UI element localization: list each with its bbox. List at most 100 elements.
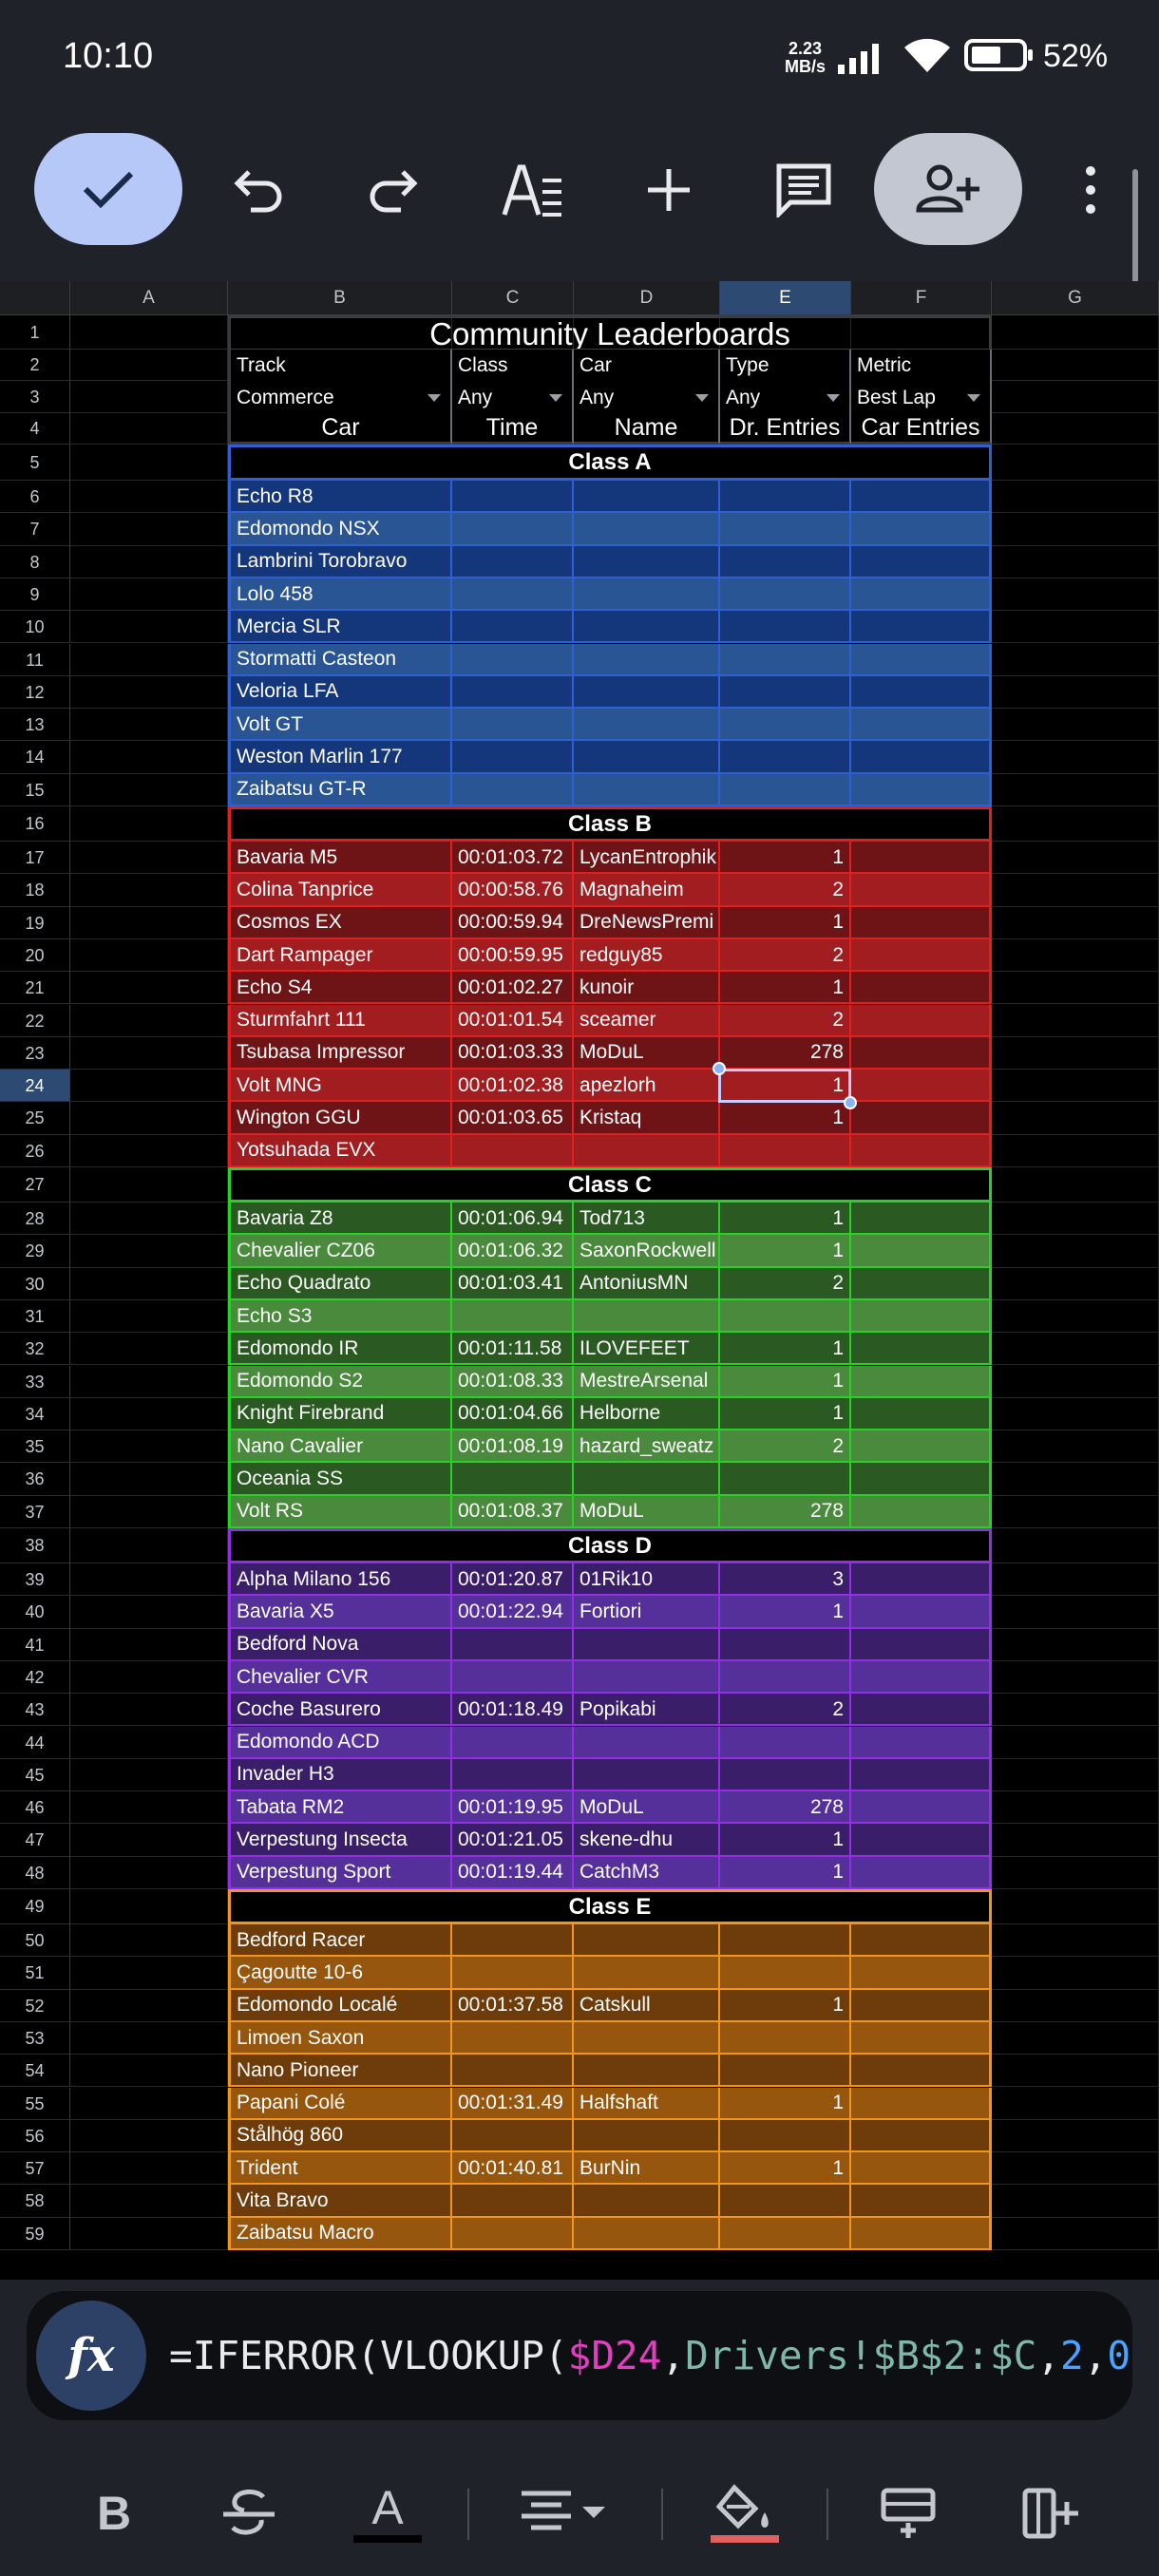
car-cell[interactable]: Knight Firebrand xyxy=(228,1397,452,1431)
driver-name-cell[interactable] xyxy=(574,1924,720,1958)
row-header-42[interactable]: 42 xyxy=(0,1660,70,1695)
car-cell[interactable]: Volt GT xyxy=(228,709,452,742)
driver-entries-cell[interactable]: 278 xyxy=(720,1495,851,1528)
row-header-36[interactable]: 36 xyxy=(0,1463,70,1496)
row-header-11[interactable]: 11 xyxy=(0,643,70,676)
time-cell[interactable] xyxy=(452,1924,574,1958)
driver-name-cell[interactable] xyxy=(574,2217,720,2250)
driver-name-cell[interactable]: Halfshaft xyxy=(574,2087,720,2120)
car-entries-cell[interactable] xyxy=(851,1036,992,1070)
car-entries-cell[interactable] xyxy=(851,1333,992,1366)
driver-entries-cell[interactable]: 1 xyxy=(720,1824,851,1857)
driver-name-cell[interactable]: apezlorh xyxy=(574,1070,720,1103)
row-header-6[interactable]: 6 xyxy=(0,481,70,514)
driver-name-cell[interactable]: Popikabi xyxy=(574,1694,720,1727)
car-entries-cell[interactable] xyxy=(851,1070,992,1103)
driver-entries-cell[interactable] xyxy=(720,513,851,546)
row-header-25[interactable]: 25 xyxy=(0,1102,70,1135)
driver-entries-cell[interactable]: 278 xyxy=(720,1036,851,1070)
driver-entries-cell[interactable]: 1 xyxy=(720,972,851,1005)
select-all-corner[interactable] xyxy=(0,281,70,315)
car-cell[interactable]: Cosmos EX xyxy=(228,906,452,939)
column-header-b[interactable]: B xyxy=(228,281,452,315)
row-header-51[interactable]: 51 xyxy=(0,1957,70,1990)
row-header-27[interactable]: 27 xyxy=(0,1167,70,1203)
filter-dropdown[interactable]: Any xyxy=(452,381,574,413)
car-entries-cell[interactable] xyxy=(851,1004,992,1037)
car-entries-cell[interactable] xyxy=(851,1495,992,1528)
driver-entries-cell[interactable]: 2 xyxy=(720,874,851,907)
row-header-55[interactable]: 55 xyxy=(0,2087,70,2120)
car-entries-cell[interactable] xyxy=(851,1299,992,1334)
car-entries-cell[interactable] xyxy=(851,972,992,1005)
car-cell[interactable]: Lambrini Torobravo xyxy=(228,545,452,578)
row-header-20[interactable]: 20 xyxy=(0,938,70,973)
row-header-35[interactable]: 35 xyxy=(0,1430,70,1464)
car-entries-cell[interactable] xyxy=(851,1628,992,1661)
car-cell[interactable]: Nano Cavalier xyxy=(228,1430,452,1464)
driver-entries-cell[interactable] xyxy=(720,611,851,644)
row-header-37[interactable]: 37 xyxy=(0,1495,70,1528)
car-cell[interactable]: Echo Quadrato xyxy=(228,1267,452,1300)
time-cell[interactable] xyxy=(452,773,574,806)
driver-name-cell[interactable] xyxy=(574,773,720,806)
car-cell[interactable]: Echo R8 xyxy=(228,481,452,514)
car-entries-cell[interactable] xyxy=(851,611,992,644)
time-cell[interactable] xyxy=(452,2055,574,2088)
car-cell[interactable]: Invader H3 xyxy=(228,1758,452,1792)
car-entries-cell[interactable] xyxy=(851,1924,992,1958)
time-cell[interactable] xyxy=(452,2021,574,2055)
car-entries-cell[interactable] xyxy=(851,1267,992,1300)
car-cell[interactable]: Edomondo Localé xyxy=(228,1989,452,2022)
row-header-9[interactable]: 9 xyxy=(0,578,70,612)
driver-entries-cell[interactable]: 2 xyxy=(720,1430,851,1464)
time-cell[interactable]: 00:01:01.54 xyxy=(452,1004,574,1037)
column-header-c[interactable]: C xyxy=(452,281,574,315)
strikethrough-button[interactable] xyxy=(211,2475,287,2551)
car-entries-cell[interactable] xyxy=(851,1856,992,1889)
driver-entries-cell[interactable] xyxy=(720,1463,851,1496)
driver-entries-cell[interactable] xyxy=(720,2119,851,2153)
driver-name-cell[interactable] xyxy=(574,578,720,612)
car-cell[interactable]: Alpha Milano 156 xyxy=(228,1563,452,1597)
row-header-40[interactable]: 40 xyxy=(0,1596,70,1629)
time-cell[interactable]: 00:01:08.33 xyxy=(452,1365,574,1398)
car-entries-cell[interactable] xyxy=(851,773,992,806)
row-header-45[interactable]: 45 xyxy=(0,1758,70,1792)
car-cell[interactable]: Zaibatsu Macro xyxy=(228,2217,452,2250)
car-cell[interactable]: Echo S3 xyxy=(228,1299,452,1334)
row-header-59[interactable]: 59 xyxy=(0,2217,70,2250)
driver-name-cell[interactable]: MestreArsenal xyxy=(574,1365,720,1398)
time-cell[interactable]: 00:01:22.94 xyxy=(452,1596,574,1629)
car-cell[interactable]: Edomondo IR xyxy=(228,1333,452,1366)
time-cell[interactable] xyxy=(452,1957,574,1990)
redo-button[interactable] xyxy=(355,152,431,228)
row-header-29[interactable]: 29 xyxy=(0,1235,70,1268)
row-header-10[interactable]: 10 xyxy=(0,611,70,644)
car-cell[interactable]: Stormatti Casteon xyxy=(228,643,452,676)
time-cell[interactable]: 00:01:02.38 xyxy=(452,1070,574,1103)
car-entries-cell[interactable] xyxy=(851,2152,992,2186)
driver-entries-cell[interactable] xyxy=(720,545,851,578)
row-header-34[interactable]: 34 xyxy=(0,1397,70,1431)
driver-name-cell[interactable]: BurNin xyxy=(574,2152,720,2186)
car-cell[interactable]: Mercia SLR xyxy=(228,611,452,644)
time-cell[interactable] xyxy=(452,709,574,742)
time-cell[interactable]: 00:01:02.27 xyxy=(452,972,574,1005)
driver-name-cell[interactable]: MoDuL xyxy=(574,1791,720,1825)
driver-name-cell[interactable] xyxy=(574,675,720,710)
time-cell[interactable] xyxy=(452,1299,574,1334)
car-cell[interactable]: Edomondo S2 xyxy=(228,1365,452,1398)
driver-name-cell[interactable] xyxy=(574,709,720,742)
car-entries-cell[interactable] xyxy=(851,545,992,578)
time-cell[interactable]: 00:01:19.95 xyxy=(452,1791,574,1825)
time-cell[interactable] xyxy=(452,1134,574,1167)
car-entries-cell[interactable] xyxy=(851,1957,992,1990)
text-format-button[interactable] xyxy=(494,152,570,228)
driver-entries-cell[interactable]: 1 xyxy=(720,1102,851,1135)
car-entries-cell[interactable] xyxy=(851,1791,992,1825)
formula-bar[interactable]: fx =IFERROR(VLOOKUP($D24,Drivers!$B$2:$C… xyxy=(27,2291,1132,2420)
more-options-button[interactable] xyxy=(1072,152,1110,228)
time-cell[interactable]: 00:01:06.94 xyxy=(452,1203,574,1236)
time-cell[interactable] xyxy=(452,675,574,710)
